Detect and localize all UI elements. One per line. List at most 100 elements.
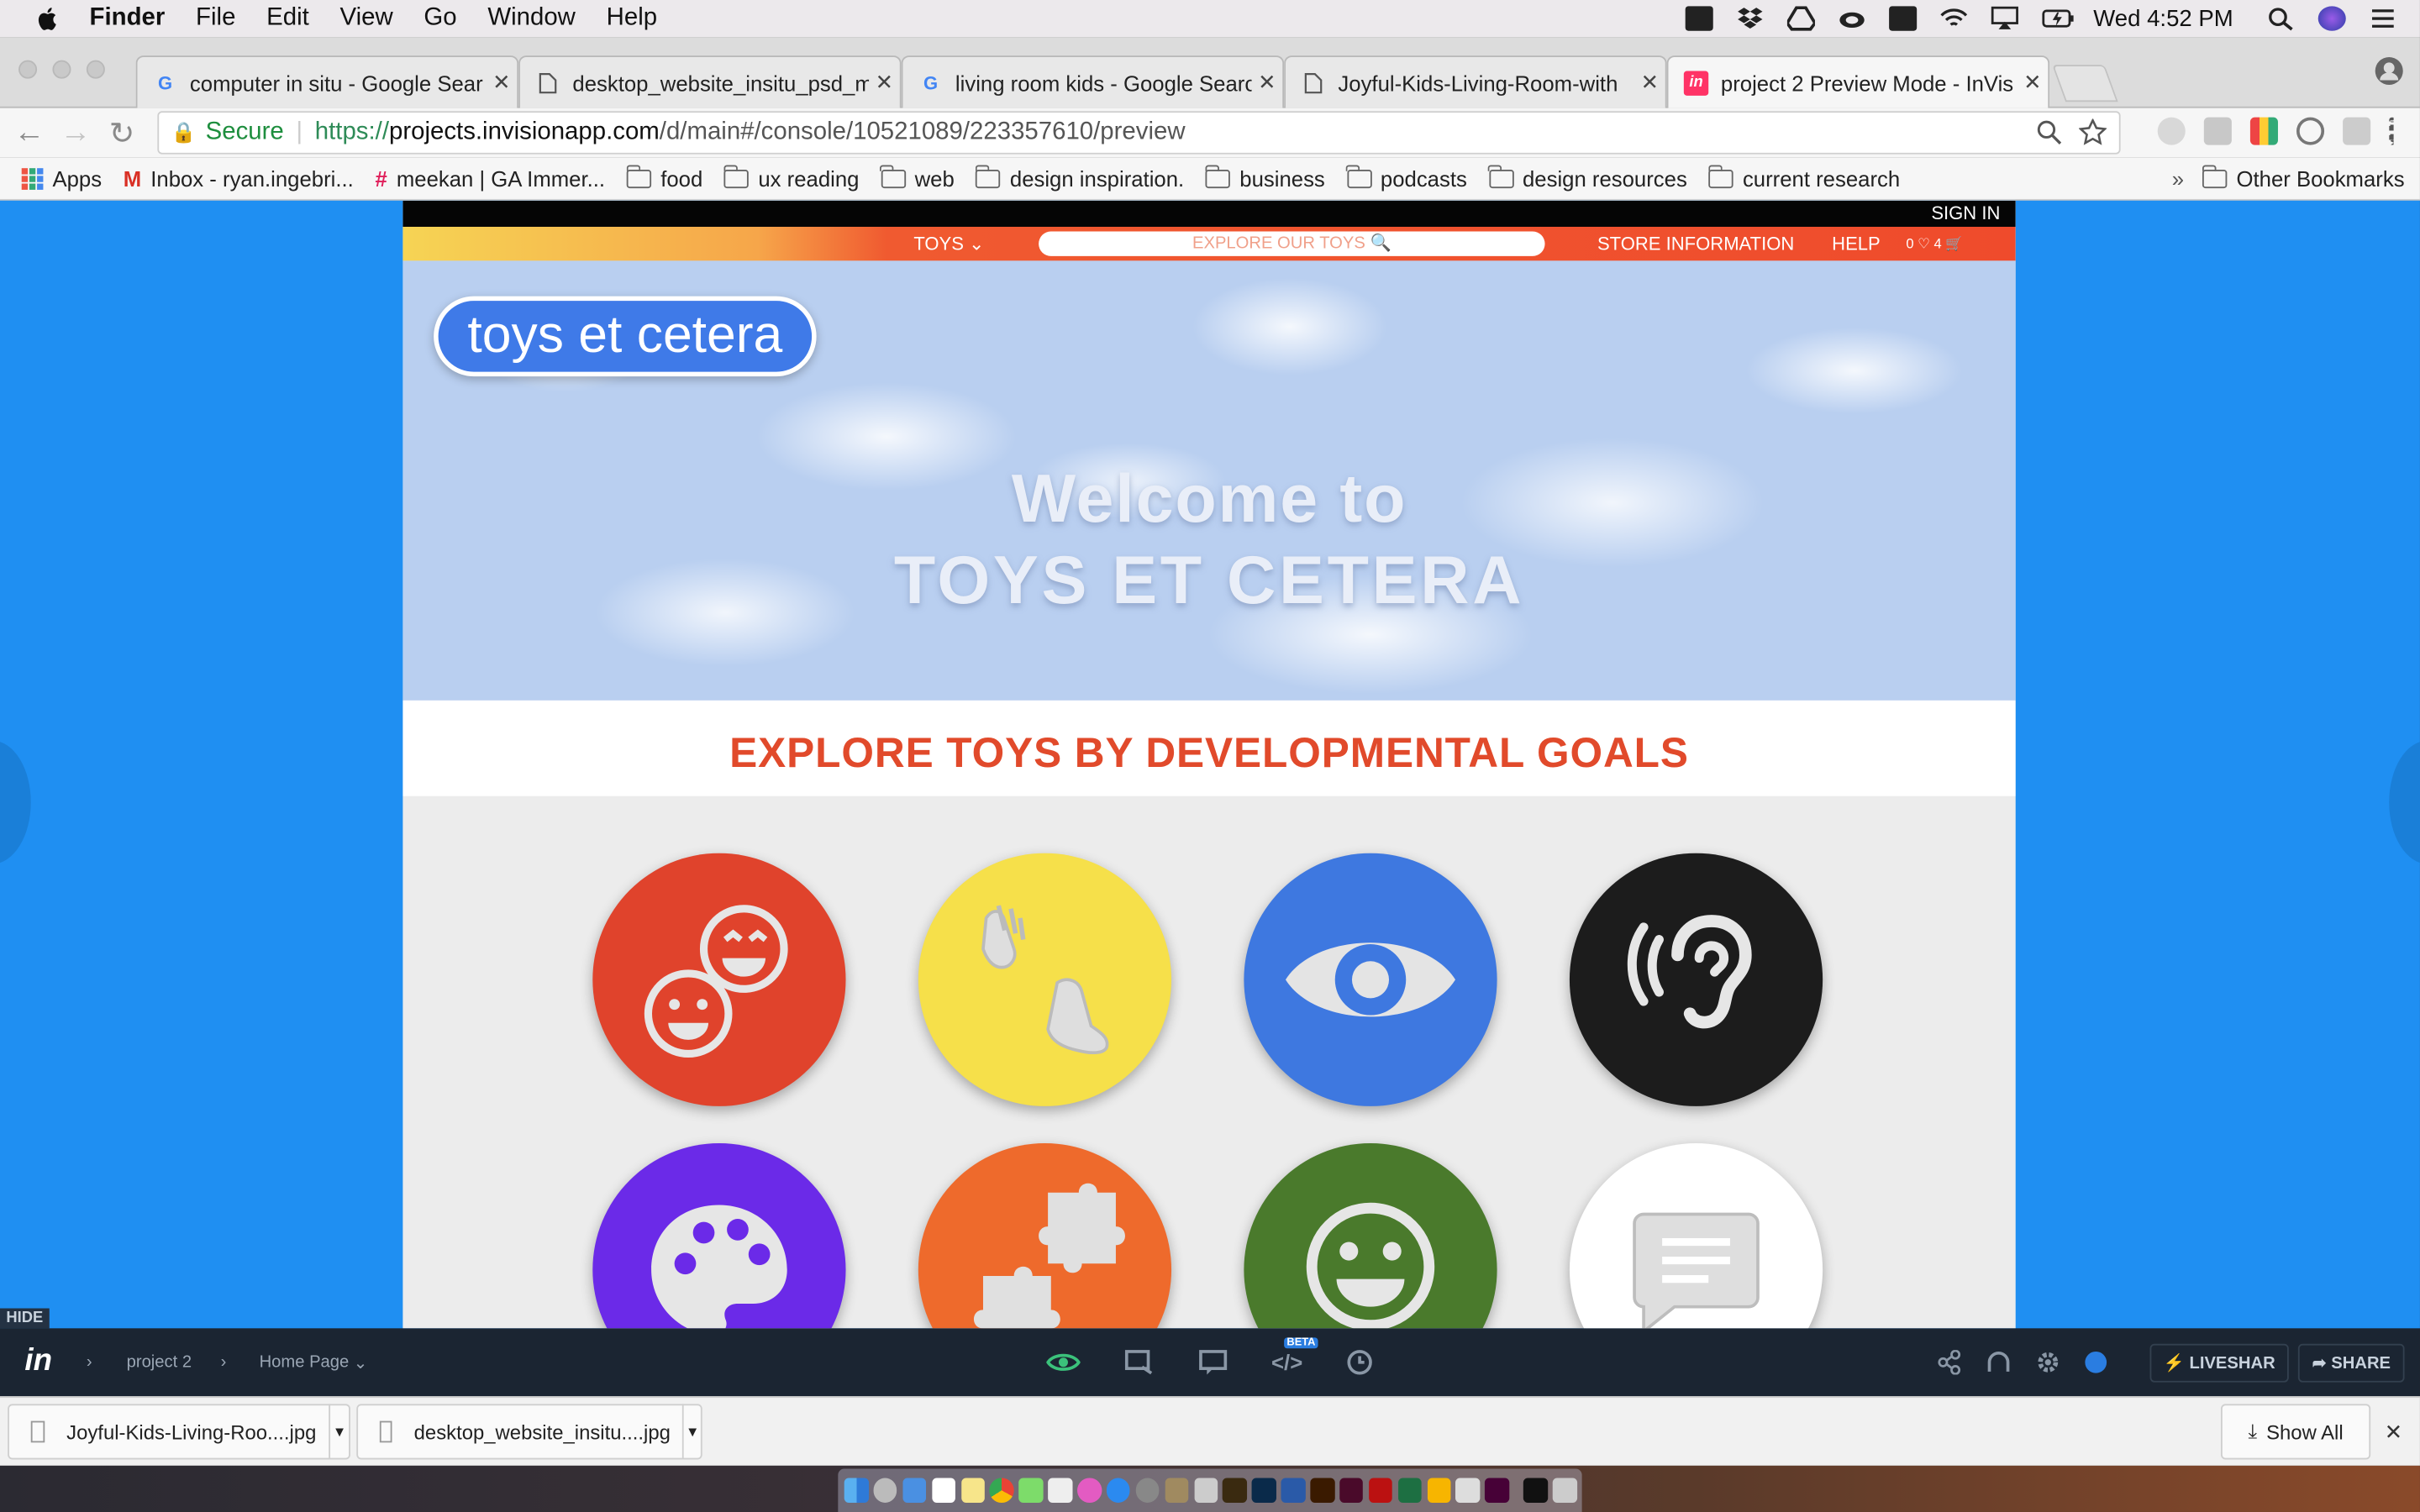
preview-eye-icon[interactable] <box>1046 1350 1081 1374</box>
browser-tab[interactable]: desktop_website_insitu_psd_m ✕ <box>518 55 902 108</box>
launchpad-dock-icon[interactable] <box>873 1478 897 1503</box>
menu-help[interactable]: Help <box>607 5 657 33</box>
word-dock-icon[interactable] <box>1281 1478 1306 1503</box>
bookmark-folder-business[interactable]: business <box>1204 164 1325 191</box>
download-menu-arrow[interactable]: ▼ <box>682 1404 701 1460</box>
tour-icon[interactable] <box>1986 1350 2010 1374</box>
sketch-dock-icon[interactable] <box>1427 1478 1451 1503</box>
previous-screen-button[interactable] <box>0 740 31 864</box>
breadcrumb-screen[interactable]: Home Page <box>260 1353 350 1372</box>
minimize-window-button[interactable] <box>52 60 71 79</box>
extension-icon[interactable] <box>2249 117 2278 145</box>
archive-dock-icon[interactable] <box>1165 1478 1189 1503</box>
close-tab-icon[interactable]: ✕ <box>487 70 518 96</box>
itunes-dock-icon[interactable] <box>1077 1478 1102 1503</box>
bridge-dock-icon[interactable] <box>1223 1478 1247 1503</box>
next-screen-button[interactable] <box>2389 740 2420 864</box>
goal-social-emotional[interactable] <box>592 853 846 1106</box>
goal-visual[interactable] <box>1244 853 1497 1106</box>
close-tab-icon[interactable]: ✕ <box>1634 70 1665 96</box>
forward-button[interactable]: → <box>52 115 98 150</box>
close-tab-icon[interactable]: ✕ <box>1252 70 1283 96</box>
browser-tab[interactable]: Joyful-Kids-Living-Room-with ✕ <box>1284 55 1667 108</box>
share-button[interactable]: ➦ SHARE <box>2298 1342 2405 1382</box>
wifi-icon[interactable] <box>1940 6 1968 30</box>
calendar-dock-icon[interactable] <box>931 1478 956 1503</box>
browser-tab[interactable]: G computer in situ - Google Sear ✕ <box>135 55 519 108</box>
bookmark-folder-food[interactable]: food <box>625 164 702 191</box>
bookmark-folder-design-inspiration[interactable]: design inspiration. <box>975 164 1184 191</box>
liveshare-button[interactable]: ⚡ LIVESHAR <box>2149 1342 2290 1382</box>
system-preferences-dock-icon[interactable] <box>1135 1478 1160 1503</box>
invision-logo[interactable]: in <box>24 1344 52 1379</box>
comment-mode-icon[interactable] <box>1197 1348 1228 1376</box>
bookmark-folder-ux-reading[interactable]: ux reading <box>723 164 859 191</box>
download-menu-arrow[interactable]: ▼ <box>329 1404 349 1460</box>
sign-in-link[interactable]: SIGN IN <box>1931 201 2000 227</box>
app-store-dock-icon[interactable] <box>1106 1478 1131 1503</box>
xd-dock-icon[interactable] <box>1485 1478 1509 1503</box>
trash-dock-icon[interactable] <box>1552 1478 1577 1503</box>
bookmark-folder-web[interactable]: web <box>880 164 955 191</box>
photos-dock-icon[interactable] <box>1048 1478 1072 1503</box>
extension-icon[interactable] <box>2203 117 2232 145</box>
close-downloads-icon[interactable]: ✕ <box>2385 1420 2403 1446</box>
acrobat-dock-icon[interactable] <box>1368 1478 1393 1503</box>
goal-creativity[interactable] <box>592 1142 846 1329</box>
nav-toys-dropdown[interactable]: TOYS ⌄ <box>913 227 984 260</box>
bookmark-meekan[interactable]: # meekan | GA Immer... <box>376 165 606 190</box>
menu-edit[interactable]: Edit <box>266 5 309 33</box>
browser-tab[interactable]: G living room kids - Google Searc ✕ <box>901 55 1285 108</box>
wishlist-cart-icons[interactable]: 0 ♡ 4 🛒 <box>1906 227 1963 260</box>
hide-toolbar-button[interactable]: HIDE <box>0 1308 50 1329</box>
goal-motor-skills[interactable] <box>918 853 1172 1106</box>
goal-auditory[interactable] <box>1569 853 1823 1106</box>
history-mode-icon[interactable] <box>1346 1348 1374 1376</box>
settings-gear-icon[interactable] <box>2035 1350 2060 1374</box>
creative-cloud-icon[interactable] <box>1839 6 1866 30</box>
bookmarks-overflow-button[interactable]: » <box>2172 166 2184 191</box>
siri-icon[interactable] <box>2317 6 2346 31</box>
goal-emotional[interactable] <box>1244 1142 1497 1329</box>
close-tab-icon[interactable]: ✕ <box>2018 70 2049 96</box>
photoshop-dock-icon[interactable] <box>1252 1478 1276 1503</box>
goal-problem-solving[interactable] <box>918 1142 1172 1329</box>
share-link-icon[interactable] <box>1937 1350 1961 1375</box>
google-drive-icon[interactable] <box>1786 6 1818 31</box>
menu-view[interactable]: View <box>340 5 393 33</box>
airplay-icon[interactable] <box>1991 6 2019 30</box>
chrome-dock-icon[interactable] <box>990 1478 1014 1503</box>
download-item[interactable]: desktop_website_insitu....jpg ▼ <box>356 1404 702 1460</box>
mail-dock-icon[interactable] <box>902 1478 927 1503</box>
close-window-button[interactable] <box>18 60 38 79</box>
zoom-icon[interactable] <box>2036 118 2064 146</box>
back-button[interactable]: ← <box>6 115 52 150</box>
help-dock-icon[interactable] <box>1193 1478 1218 1503</box>
bookmark-star-icon[interactable] <box>2079 118 2107 146</box>
finder-dock-icon[interactable] <box>844 1478 869 1503</box>
chevron-down-icon[interactable]: ⌄ <box>354 1353 368 1373</box>
status-app-icon-2[interactable] <box>1889 6 1918 31</box>
excel-dock-icon[interactable] <box>1397 1478 1422 1503</box>
illustrator-dock-icon[interactable] <box>1310 1478 1334 1503</box>
bookmark-other[interactable]: Other Bookmarks <box>2202 165 2405 192</box>
nav-help[interactable]: HELP <box>1832 227 1881 260</box>
terminal-dock-icon[interactable] <box>1523 1478 1548 1503</box>
reload-button[interactable]: ↻ <box>99 113 145 152</box>
bookmark-gmail[interactable]: M Inbox - ryan.ingebri... <box>124 165 354 190</box>
menu-go[interactable]: Go <box>424 5 456 33</box>
site-logo[interactable]: toys et cetera <box>434 296 817 377</box>
notification-center-icon[interactable] <box>2369 6 2396 30</box>
close-tab-icon[interactable]: ✕ <box>869 70 900 96</box>
bookmark-folder-current-research[interactable]: current research <box>1707 164 1900 191</box>
clock[interactable]: Wed 4:52 PM <box>2093 5 2233 31</box>
build-mode-icon[interactable] <box>1123 1348 1155 1376</box>
bookmark-folder-design-resources[interactable]: design resources <box>1487 164 1687 191</box>
inspect-mode-icon[interactable]: </> BETA <box>1271 1337 1319 1374</box>
profile-icon[interactable] <box>2374 55 2405 87</box>
goal-language[interactable] <box>1569 1142 1823 1329</box>
site-search-input[interactable]: EXPLORE OUR TOYS 🔍 <box>1039 231 1545 256</box>
fontbook-dock-icon[interactable] <box>1455 1478 1481 1503</box>
messages-dock-icon[interactable] <box>1018 1478 1044 1503</box>
show-all-downloads-button[interactable]: ⤓ Show All <box>2221 1404 2371 1460</box>
